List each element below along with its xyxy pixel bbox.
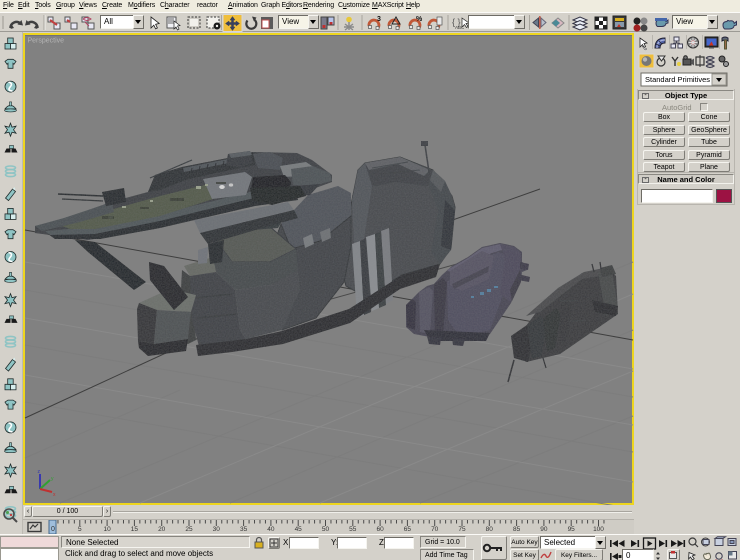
svg-text:Perspective: Perspective bbox=[28, 38, 65, 45]
svg-text:3: 3 bbox=[377, 16, 381, 23]
svg-text:Standard Primitives: Standard Primitives bbox=[645, 75, 710, 84]
svg-text:0: 0 bbox=[51, 526, 55, 533]
svg-text:%: % bbox=[416, 16, 423, 23]
